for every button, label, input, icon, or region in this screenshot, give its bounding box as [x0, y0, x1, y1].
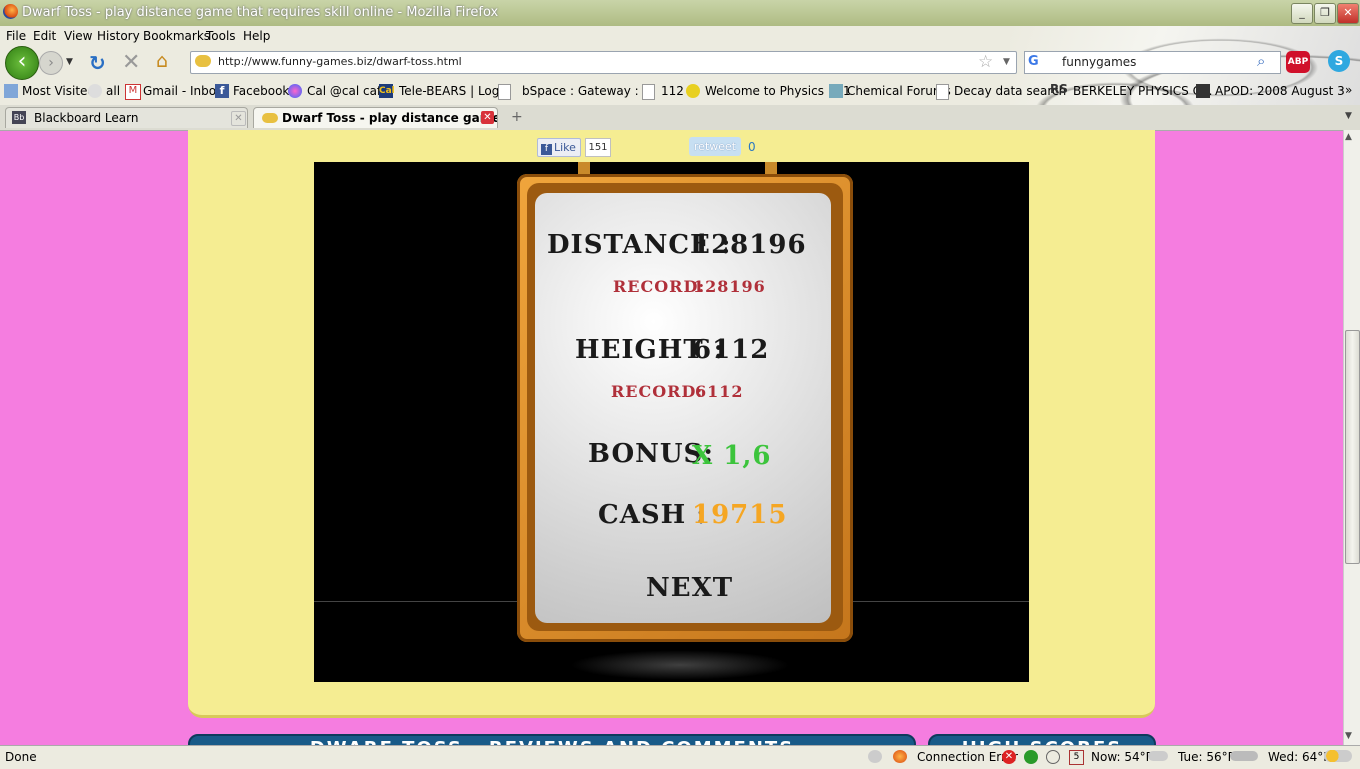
- cash-label: CASH :: [598, 500, 707, 530]
- bookmarks-overflow-icon[interactable]: »: [1345, 83, 1352, 97]
- bookmark-most-visited[interactable]: Most Visited: [22, 84, 95, 98]
- cal-logo-icon: Cal: [379, 84, 395, 98]
- rs-icon: RS: [1050, 82, 1068, 96]
- retweet-button[interactable]: retweet: [689, 137, 741, 156]
- forward-button[interactable]: ›: [39, 51, 63, 75]
- page-icon: [936, 84, 949, 100]
- site-favicon-icon: [195, 55, 211, 67]
- most-visited-icon: [4, 84, 18, 98]
- close-tab-icon[interactable]: ✕: [481, 111, 494, 124]
- cal-cafe-icon: [288, 84, 302, 98]
- scroll-down-icon[interactable]: ▼: [1345, 731, 1352, 741]
- bookmark-apod[interactable]: APOD: 2008 August 3: [1215, 84, 1345, 98]
- page-icon: [498, 84, 511, 100]
- distance-value: 128196: [692, 230, 807, 260]
- back-arrow-icon: ‹: [17, 49, 27, 74]
- physics-icon: [686, 84, 700, 98]
- menu-help[interactable]: Help: [243, 29, 270, 43]
- height-value: 6112: [693, 335, 770, 365]
- partly-cloudy-icon: [1324, 750, 1352, 762]
- tab-list-icon[interactable]: ▼: [1345, 111, 1352, 121]
- minimize-button[interactable]: _: [1291, 3, 1313, 24]
- apod-icon: [1196, 84, 1210, 98]
- search-text[interactable]: funnygames: [1062, 55, 1136, 69]
- bookmark-star-icon[interactable]: ☆: [978, 52, 993, 72]
- menu-history[interactable]: History: [97, 29, 140, 43]
- reload-icon[interactable]: ↻: [89, 51, 106, 75]
- bookmark-cal-cafe[interactable]: Cal @cal cafe: [307, 84, 389, 98]
- tab-label: Dwarf Toss - play distance game ...: [282, 111, 498, 125]
- retweet-count: 0: [748, 140, 756, 154]
- gmail-icon: M: [125, 84, 141, 100]
- menu-tools[interactable]: Tools: [206, 29, 236, 43]
- forward-arrow-icon: ›: [48, 55, 54, 71]
- firefox-icon: [3, 4, 18, 19]
- new-tab-icon[interactable]: +: [511, 109, 523, 125]
- restore-button[interactable]: ❐: [1314, 3, 1336, 24]
- close-button[interactable]: ✕: [1337, 3, 1359, 24]
- rain-cloud-icon: [1230, 751, 1258, 761]
- facebook-icon: f: [215, 84, 229, 98]
- distance-record-value: 128196: [693, 277, 766, 296]
- tab-dwarf-toss[interactable]: Dwarf Toss - play distance game ...: [253, 107, 498, 128]
- cash-value: 19715: [692, 500, 788, 530]
- scroll-up-icon[interactable]: ▲: [1345, 132, 1352, 142]
- clock-icon[interactable]: [1046, 750, 1060, 764]
- weather-now: Now: 54°F: [1091, 750, 1153, 764]
- height-record-label: RECORD:: [611, 382, 704, 401]
- weather-wed: Wed: 64°F: [1268, 750, 1331, 764]
- bookmark-facebook[interactable]: Facebook: [233, 84, 289, 98]
- stop-icon[interactable]: ✕: [122, 50, 140, 75]
- url-dropdown-icon[interactable]: ▼: [1003, 57, 1010, 67]
- back-button[interactable]: ‹: [5, 46, 39, 80]
- menu-view[interactable]: View: [64, 29, 92, 43]
- bookmark-berkeley-physics[interactable]: BERKELEY PHYSICS C...: [1073, 84, 1212, 98]
- blackboard-favicon-icon: Bb: [12, 111, 26, 124]
- bookmark-bspace[interactable]: bSpace : Gateway : ...: [522, 84, 654, 98]
- bookmark-gmail[interactable]: Gmail - Inbox: [143, 84, 223, 98]
- globe-icon[interactable]: [1024, 750, 1038, 764]
- adblock-icon[interactable]: ABP: [1286, 51, 1310, 73]
- height-record-value: 6112: [695, 382, 744, 401]
- menu-edit[interactable]: Edit: [33, 29, 56, 43]
- menu-file[interactable]: File: [6, 29, 26, 43]
- firefox-status-icon[interactable]: [893, 750, 907, 763]
- history-dropdown-icon[interactable]: ▼: [66, 57, 73, 67]
- bonus-value: X 1,6: [692, 441, 772, 471]
- menu-bookmarks[interactable]: Bookmarks: [143, 29, 210, 43]
- scrollbar-thumb[interactable]: [1345, 330, 1360, 564]
- next-button[interactable]: NEXT: [646, 573, 733, 603]
- addon-icon[interactable]: [868, 750, 882, 763]
- bookmark-all[interactable]: all: [106, 84, 120, 98]
- distance-record-label: RECORD:: [613, 277, 706, 296]
- search-magnifier-icon[interactable]: ⌕: [1257, 52, 1265, 70]
- home-icon[interactable]: ⌂: [156, 50, 168, 72]
- site-favicon-icon: [262, 113, 278, 123]
- facebook-like-button[interactable]: f Like: [537, 138, 581, 157]
- bookmark-tele-bears[interactable]: Tele-BEARS | Login: [399, 84, 510, 98]
- search-engine-icon[interactable]: G: [1028, 54, 1039, 69]
- window-title: Dwarf Toss - play distance game that req…: [22, 5, 499, 20]
- error-icon[interactable]: ✕: [1002, 750, 1016, 764]
- url-text[interactable]: http://www.funny-games.biz/dwarf-toss.ht…: [218, 55, 462, 68]
- facebook-icon: f: [541, 144, 552, 155]
- tab-blackboard[interactable]: Blackboard Learn: [5, 107, 248, 128]
- like-count: 151: [585, 138, 611, 157]
- reddit-icon: [88, 84, 102, 98]
- close-tab-icon[interactable]: ✕: [231, 111, 246, 126]
- skype-icon[interactable]: S: [1328, 50, 1350, 72]
- calendar-icon[interactable]: 5: [1069, 750, 1084, 765]
- like-label: Like: [554, 141, 576, 154]
- chemical-forums-icon: [829, 84, 843, 98]
- title-bar: Dwarf Toss - play distance game that req…: [0, 0, 1360, 26]
- cloud-icon: [1148, 751, 1168, 761]
- tab-label: Blackboard Learn: [34, 111, 139, 125]
- board-shadow: [570, 650, 790, 680]
- status-text: Done: [5, 750, 37, 764]
- bookmark-112[interactable]: 112: [661, 84, 684, 98]
- page-icon: [642, 84, 655, 100]
- weather-tue: Tue: 56°F: [1178, 750, 1235, 764]
